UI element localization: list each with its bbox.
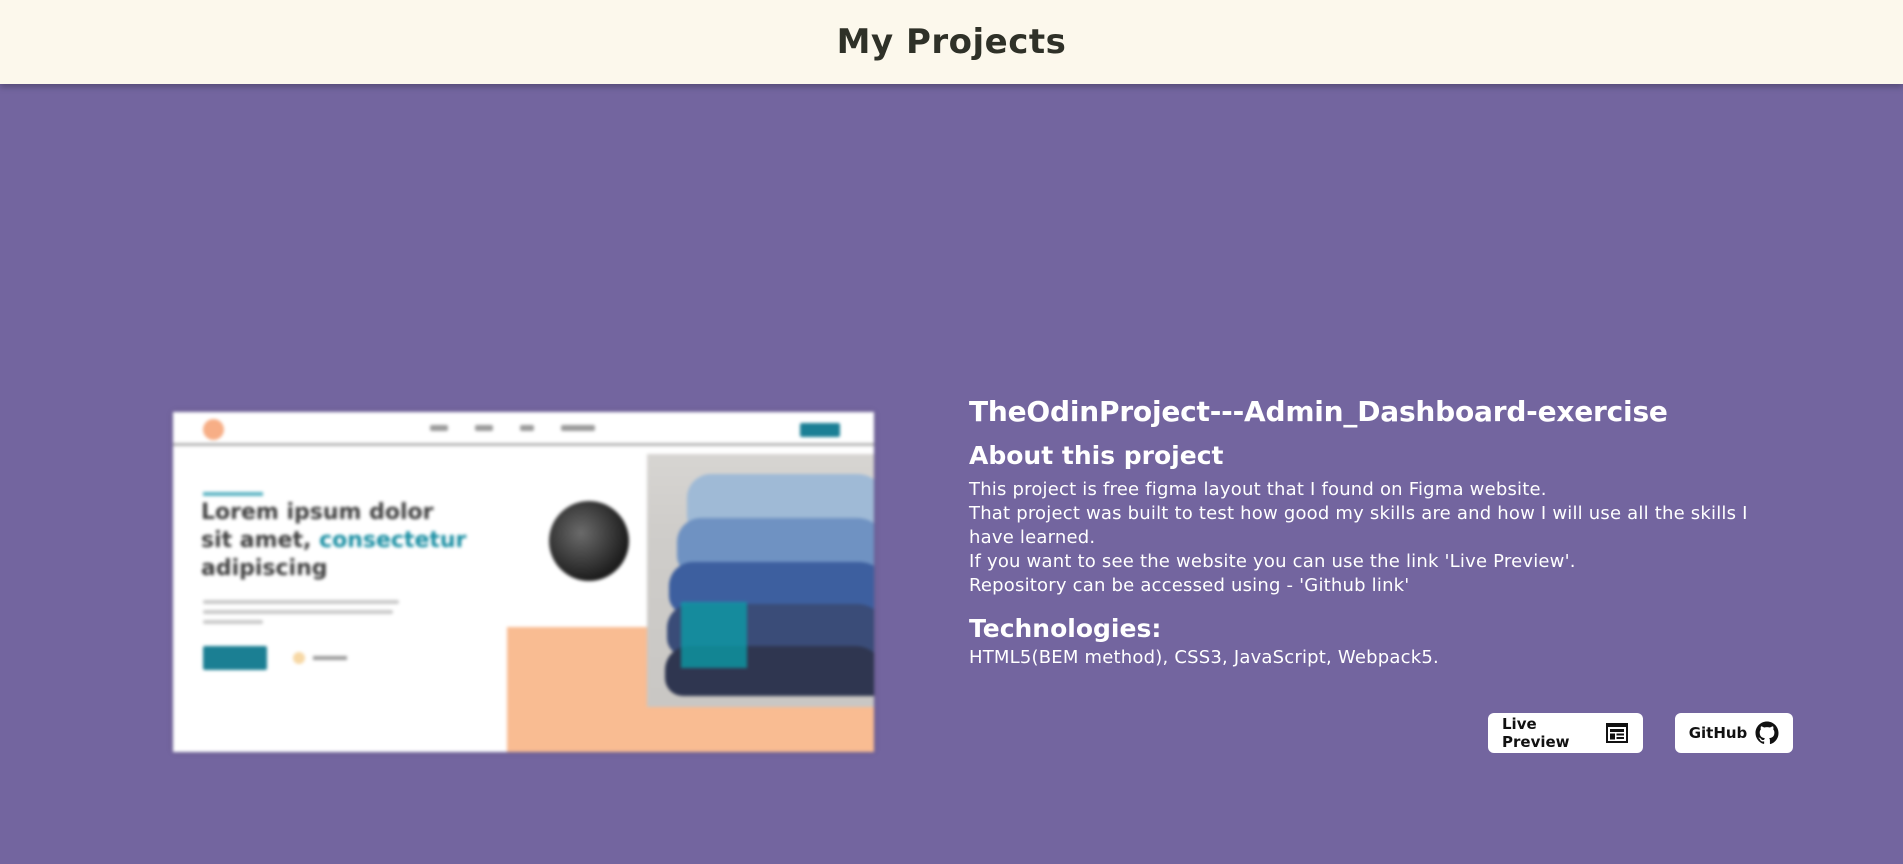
description-line: This project is free figma layout that I… — [969, 479, 1547, 500]
preview-nav-button — [800, 423, 840, 437]
preview-heading: Lorem ipsum dolor sit amet, consectetur … — [201, 499, 471, 583]
preview-navbar — [173, 412, 874, 446]
github-button[interactable]: GitHub — [1675, 713, 1793, 753]
preview-nav-link — [561, 425, 595, 431]
project-preview-image: Lorem ipsum dolor sit amet, consectetur … — [173, 412, 874, 752]
preview-cta-button — [203, 646, 267, 670]
project-description: This project is free figma layout that I… — [969, 478, 1789, 598]
description-line: Repository can be accessed using - 'Gith… — [969, 575, 1410, 596]
project-title: TheOdinProject---Admin_Dashboard-exercis… — [969, 395, 1668, 428]
preview-nav-link — [430, 425, 448, 431]
technologies-heading: Technologies: — [969, 614, 1162, 643]
description-line: If you want to see the website you can u… — [969, 551, 1576, 572]
preview-nav-link — [475, 425, 493, 431]
browser-window-icon — [1605, 721, 1629, 745]
preview-heading-accent: consectetur — [319, 528, 467, 553]
preview-learn-more — [313, 656, 347, 660]
preview-kicker — [203, 492, 263, 496]
preview-clothes-photo — [647, 454, 874, 707]
project-details: TheOdinProject---Admin_Dashboard-exercis… — [969, 390, 1789, 670]
preview-nav-link — [520, 425, 534, 431]
github-label: GitHub — [1688, 724, 1748, 742]
page-title: My Projects — [836, 22, 1067, 62]
technologies-list: HTML5(BEM method), CSS3, JavaScript, Web… — [969, 647, 1439, 668]
preview-teal-block — [681, 602, 747, 668]
preview-paragraph-line — [203, 620, 263, 624]
preview-paragraph-line — [203, 610, 393, 614]
github-icon — [1755, 721, 1779, 745]
description-line: That project was built to test how good … — [969, 503, 1748, 548]
live-preview-label: Live Preview — [1502, 715, 1570, 751]
preview-paragraph-line — [203, 600, 399, 604]
live-preview-button[interactable]: Live Preview — [1488, 713, 1643, 753]
preview-logo — [203, 419, 224, 440]
preview-heading-part2: adipiscing — [201, 556, 328, 581]
preview-play-icon — [293, 652, 305, 664]
about-heading: About this project — [969, 441, 1224, 470]
preview-circle-image — [549, 501, 629, 581]
page-header: My Projects — [0, 0, 1903, 84]
